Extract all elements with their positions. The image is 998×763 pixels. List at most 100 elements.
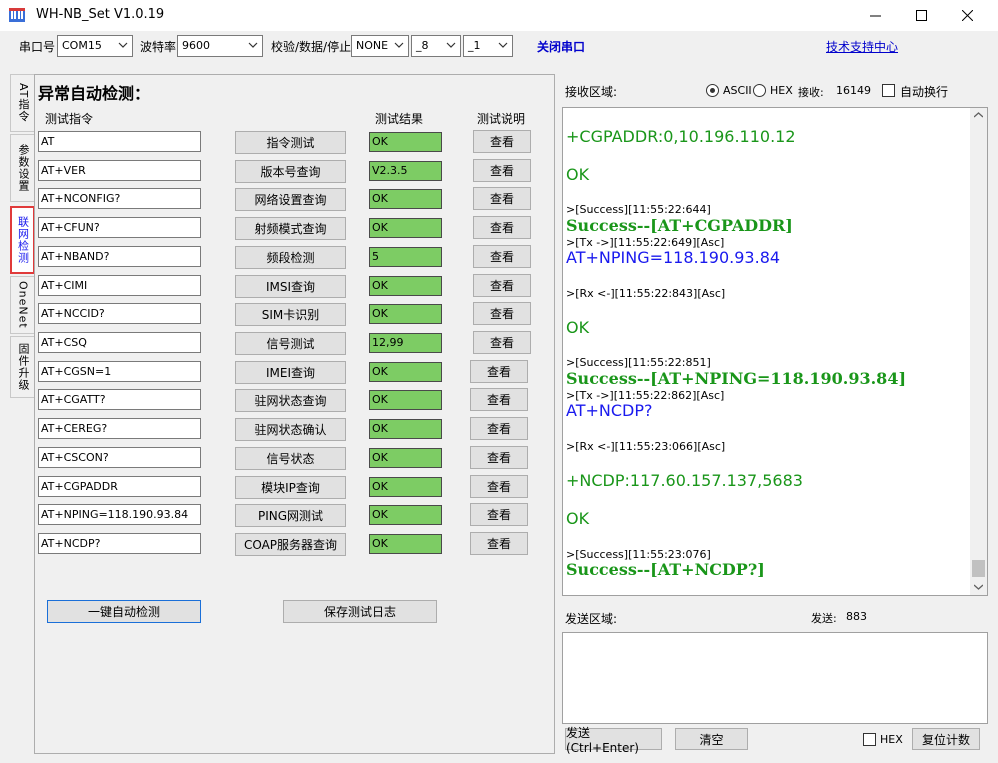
- command-input[interactable]: AT+CGPADDR: [38, 476, 201, 497]
- port-select[interactable]: COM15: [57, 35, 133, 57]
- test-button[interactable]: IMEI查询: [235, 361, 346, 384]
- tab-network-check[interactable]: 联网检测: [10, 206, 35, 274]
- view-button[interactable]: 查看: [473, 159, 531, 182]
- result-field: OK: [369, 276, 442, 296]
- command-input[interactable]: AT: [38, 131, 201, 152]
- test-button[interactable]: 模块IP查询: [235, 476, 346, 499]
- chevron-down-icon: [498, 42, 508, 48]
- maximize-button[interactable]: [898, 0, 944, 31]
- command-input[interactable]: AT+CIMI: [38, 275, 201, 296]
- close-button[interactable]: [944, 0, 990, 31]
- minimize-button[interactable]: [852, 0, 898, 31]
- ascii-label: ASCII: [723, 84, 752, 97]
- close-port-button[interactable]: 关闭串口: [537, 38, 585, 55]
- scroll-up-icon[interactable]: [974, 112, 983, 118]
- view-button[interactable]: 查看: [473, 331, 531, 354]
- scroll-thumb[interactable]: [972, 560, 985, 577]
- test-button[interactable]: COAP服务器查询: [235, 533, 346, 556]
- send-hex-checkbox[interactable]: [863, 733, 876, 746]
- scroll-down-icon[interactable]: [974, 584, 983, 590]
- test-button[interactable]: SIM卡识别: [235, 303, 346, 326]
- command-input[interactable]: AT+NPING=118.190.93.84: [38, 504, 201, 525]
- view-button[interactable]: 查看: [470, 475, 528, 498]
- hex-radio[interactable]: [753, 84, 766, 97]
- stop-bits-select[interactable]: _1: [463, 35, 513, 57]
- command-input[interactable]: AT+CGATT?: [38, 389, 201, 410]
- command-input[interactable]: AT+CEREG?: [38, 418, 201, 439]
- col-header-cmd: 测试指令: [45, 112, 94, 126]
- tab-onenet[interactable]: OneNet: [10, 276, 35, 334]
- send-textarea[interactable]: [562, 632, 988, 724]
- auto-check-button[interactable]: 一键自动检测: [47, 600, 201, 623]
- view-button[interactable]: 查看: [473, 302, 531, 325]
- parity-value: NONE: [356, 39, 389, 52]
- result-field: OK: [369, 132, 442, 152]
- support-link[interactable]: 技术支持中心: [826, 38, 898, 55]
- view-button[interactable]: 查看: [470, 388, 528, 411]
- receive-count-label: 接收:: [798, 86, 824, 99]
- result-field: OK: [369, 419, 442, 439]
- command-input[interactable]: AT+NBAND?: [38, 246, 201, 267]
- view-button[interactable]: 查看: [470, 360, 528, 383]
- command-input[interactable]: AT+CSCON?: [38, 447, 201, 468]
- command-input[interactable]: AT+CFUN?: [38, 217, 201, 238]
- command-input[interactable]: AT+CGSN=1: [38, 361, 201, 382]
- reset-count-button[interactable]: 复位计数: [912, 728, 980, 750]
- view-button[interactable]: 查看: [470, 446, 528, 469]
- result-field: 12,99: [369, 333, 442, 353]
- view-button[interactable]: 查看: [470, 532, 528, 555]
- test-button[interactable]: IMSI查询: [235, 275, 346, 298]
- data-bits-select[interactable]: _8: [411, 35, 461, 57]
- test-button[interactable]: 版本号查询: [235, 160, 346, 183]
- view-button[interactable]: 查看: [473, 274, 531, 297]
- autowrap-checkbox[interactable]: [882, 84, 895, 97]
- test-button[interactable]: 指令测试: [235, 131, 346, 154]
- baud-value: 9600: [182, 39, 210, 52]
- receive-count: 16149: [836, 84, 871, 97]
- command-input[interactable]: AT+NCDP?: [38, 533, 201, 554]
- command-input[interactable]: AT+NCCID?: [38, 303, 201, 324]
- baud-select[interactable]: 9600: [177, 35, 263, 57]
- send-button[interactable]: 发送(Ctrl+Enter): [565, 726, 662, 755]
- result-field: OK: [369, 362, 442, 382]
- clear-button[interactable]: 清空: [675, 728, 748, 750]
- log-line: OK: [566, 318, 590, 337]
- tab-at-commands[interactable]: AT指令: [10, 74, 35, 132]
- test-button[interactable]: 驻网状态查询: [235, 389, 346, 412]
- log-line: +NCDP:117.60.157.137,5683: [566, 471, 803, 490]
- view-button[interactable]: 查看: [473, 187, 531, 210]
- tab-label: 固件升级: [17, 343, 30, 391]
- result-field: OK: [369, 218, 442, 238]
- view-button[interactable]: 查看: [470, 417, 528, 440]
- receive-label: 接收区域:: [565, 85, 618, 99]
- tab-firmware[interactable]: 固件升级: [10, 336, 35, 398]
- log-line: Success--[AT+NCDP?]: [566, 560, 765, 579]
- command-input[interactable]: AT+NCONFIG?: [38, 188, 201, 209]
- test-button[interactable]: 信号测试: [235, 332, 346, 355]
- view-button[interactable]: 查看: [473, 130, 531, 153]
- command-input[interactable]: AT+CSQ: [38, 332, 201, 353]
- tab-label: OneNet: [16, 281, 30, 329]
- col-header-result: 测试结果: [375, 112, 424, 126]
- receive-textarea[interactable]: +CGPADDR:0,10.196.110.12 OK >[Success][1…: [562, 107, 988, 596]
- send-count-label: 发送:: [811, 612, 837, 625]
- save-log-button[interactable]: 保存测试日志: [283, 600, 437, 623]
- view-button[interactable]: 查看: [473, 245, 531, 268]
- log-line: >[Rx <-][11:55:23:066][Asc]: [566, 440, 726, 453]
- view-button[interactable]: 查看: [470, 503, 528, 526]
- test-button[interactable]: 网络设置查询: [235, 188, 346, 211]
- test-button[interactable]: 驻网状态确认: [235, 418, 346, 441]
- baud-label: 波特率: [140, 40, 177, 54]
- test-button[interactable]: 信号状态: [235, 447, 346, 470]
- ascii-radio[interactable]: [706, 84, 719, 97]
- tab-label: 联网检测: [16, 216, 30, 264]
- view-button[interactable]: 查看: [473, 216, 531, 239]
- parity-select[interactable]: NONE: [351, 35, 409, 57]
- command-input[interactable]: AT+VER: [38, 160, 201, 181]
- test-button[interactable]: 射频模式查询: [235, 217, 346, 240]
- tab-params[interactable]: 参数设置: [10, 134, 35, 202]
- parity-label: 校验/数据/停止: [271, 40, 352, 54]
- test-button[interactable]: PING网测试: [235, 504, 346, 527]
- test-button[interactable]: 频段检测: [235, 246, 346, 269]
- receive-scrollbar[interactable]: [970, 108, 987, 595]
